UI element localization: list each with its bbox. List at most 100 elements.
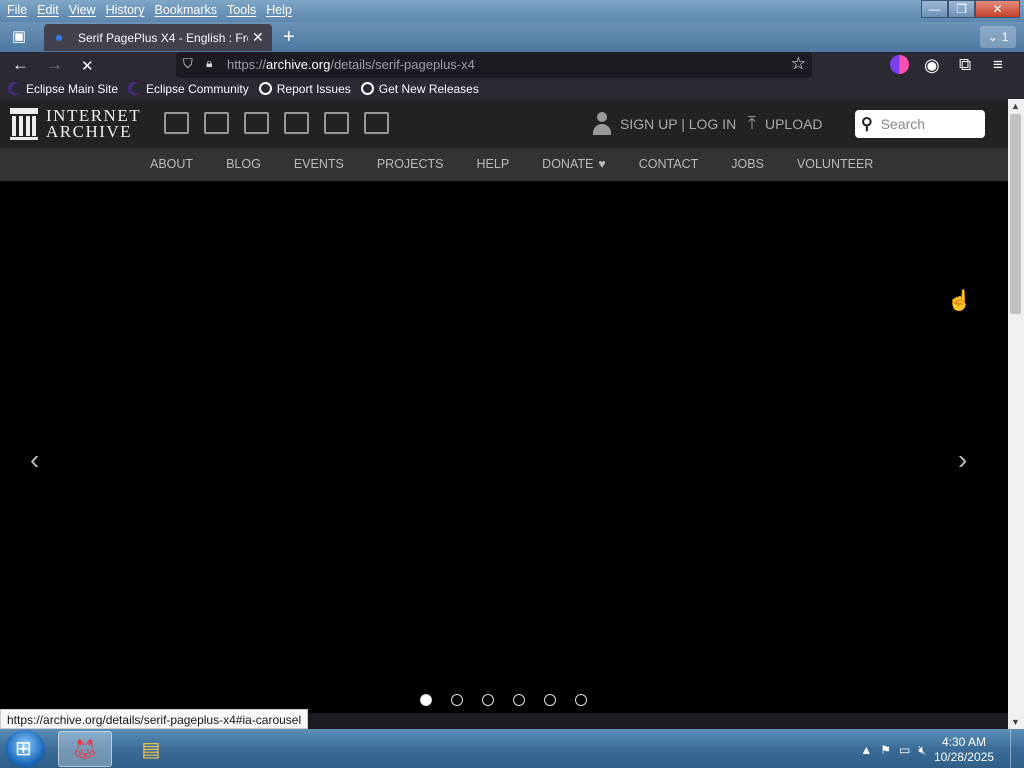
search-box[interactable]: ⚲ <box>855 110 985 138</box>
system-tray: ▲ ⚑ ▭ 🔇︎ 4:30 AM 10/28/2025 <box>860 735 994 765</box>
carousel-dot[interactable] <box>420 694 432 706</box>
menu-view[interactable]: View <box>66 3 99 17</box>
taskbar-firefox-icon[interactable]: 🦊︎ <box>58 731 112 767</box>
ia-header: INTERNET ARCHIVE SIGN UP | LOG IN ⤒ UPLOA… <box>0 99 1008 148</box>
menu-bookmarks[interactable]: Bookmarks <box>151 3 220 17</box>
carousel-dots <box>420 694 587 706</box>
action-center-icon[interactable]: ⚑ <box>880 743 891 757</box>
ia-logo[interactable]: INTERNET ARCHIVE <box>10 106 142 141</box>
vertical-scrollbar[interactable]: ▲ ▼ <box>1008 99 1024 729</box>
tab-loading-icon <box>56 34 62 41</box>
menu-history[interactable]: History <box>103 3 148 17</box>
tab-overview-icon[interactable]: ▣ <box>8 27 30 47</box>
address-bar[interactable]: ⛉ 🔒︎ https://archive.org/details/serif-p… <box>176 52 812 78</box>
bookmark-eclipse-main[interactable]: Eclipse Main Site <box>8 82 118 96</box>
carousel-dot[interactable] <box>482 694 494 706</box>
tray-expand-icon[interactable]: ▲ <box>860 743 872 757</box>
search-input[interactable] <box>880 116 976 132</box>
tab-close-icon[interactable]: ✕ <box>252 29 264 46</box>
archive-building-icon <box>10 108 38 140</box>
tab-list-button[interactable]: ⌄ 1 <box>980 26 1016 48</box>
bookmark-get-new-releases[interactable]: Get New Releases <box>360 82 479 96</box>
software-icon[interactable] <box>324 112 349 134</box>
tab-strip: ▣ Serif PagePlus X4 - English : Free ✕ +… <box>0 22 1024 52</box>
bookmark-eclipse-community[interactable]: Eclipse Community <box>128 82 249 96</box>
upload-icon: ⤒ <box>748 113 756 133</box>
menu-icon[interactable]: ≡ <box>993 55 1003 75</box>
lock-icon[interactable]: 🔒︎ <box>206 56 212 71</box>
bookmark-report-issues[interactable]: Report Issues <box>258 82 351 96</box>
nav-projects[interactable]: PROJECTS <box>377 157 444 171</box>
scroll-thumb[interactable] <box>1010 114 1021 314</box>
nav-donate[interactable]: DONATE ♥ <box>542 157 606 171</box>
menu-tools[interactable]: Tools <box>224 3 259 17</box>
navigation-toolbar: ← → ✕ ⛉ 🔒︎ https://archive.org/details/s… <box>0 52 1024 78</box>
profile-icon[interactable] <box>890 55 909 74</box>
signin-link[interactable]: SIGN UP | LOG IN <box>592 112 736 136</box>
eclipse-icon <box>8 82 21 95</box>
window-controls: — ❐ ✕ <box>921 0 1020 18</box>
taskbar-explorer-icon[interactable]: ▤ <box>124 731 178 767</box>
nav-about[interactable]: ABOUT <box>150 157 193 171</box>
upload-link[interactable]: ⤒ UPLOAD <box>748 113 823 134</box>
video-icon[interactable] <box>244 112 269 134</box>
bookmarks-toolbar: Eclipse Main Site Eclipse Community Repo… <box>0 78 1024 99</box>
carousel-next-icon[interactable]: › <box>958 444 967 476</box>
hand-cursor-icon: ☝ <box>947 290 972 312</box>
tab-count: 1 <box>1001 30 1009 44</box>
eclipse-icon <box>128 82 142 95</box>
shield-icon[interactable]: ⛉ <box>183 56 193 72</box>
forward-icon[interactable]: → <box>46 55 63 75</box>
menu-edit[interactable]: Edit <box>34 3 62 17</box>
taskbar: 🦊︎ ▤ ▲ ⚑ ▭ 🔇︎ 4:30 AM10/28/2025 <box>0 729 1024 768</box>
tab-active[interactable]: Serif PagePlus X4 - English : Free ✕ <box>44 24 272 51</box>
texts-icon[interactable] <box>204 112 229 134</box>
start-button[interactable] <box>5 730 45 768</box>
carousel-dot[interactable] <box>544 694 556 706</box>
nav-contact[interactable]: CONTACT <box>639 157 699 171</box>
scroll-down-icon[interactable]: ▼ <box>1011 717 1020 727</box>
minimize-button[interactable]: — <box>921 0 948 18</box>
scroll-up-icon[interactable]: ▲ <box>1011 101 1020 111</box>
chevron-down-icon: ⌄ <box>987 30 998 44</box>
github-icon <box>258 82 272 95</box>
github-icon <box>360 82 374 95</box>
user-icon <box>592 112 612 136</box>
carousel-dot[interactable] <box>451 694 463 706</box>
star-icon[interactable]: ☆ <box>791 54 806 74</box>
clock[interactable]: 4:30 AM 10/28/2025 <box>934 735 994 765</box>
close-window-button[interactable]: ✕ <box>975 0 1020 18</box>
firefox-account-icon[interactable]: ◉ <box>924 55 940 76</box>
nav-events[interactable]: EVENTS <box>294 157 344 171</box>
media-type-icons <box>164 112 389 134</box>
show-desktop-button[interactable] <box>1010 729 1024 768</box>
carousel-dot[interactable] <box>575 694 587 706</box>
url-text[interactable]: https://archive.org/details/serif-pagepl… <box>227 57 475 72</box>
nav-volunteer[interactable]: VOLUNTEER <box>797 157 873 171</box>
carousel-dot[interactable] <box>513 694 525 706</box>
network-icon[interactable]: ▭ <box>899 743 910 757</box>
ia-logo-text: INTERNET ARCHIVE <box>46 106 142 141</box>
status-url: https://archive.org/details/serif-pagepl… <box>0 709 309 729</box>
web-icon[interactable] <box>164 112 189 134</box>
search-icon[interactable]: ⚲ <box>861 114 873 134</box>
extensions-icon[interactable]: ⧉ <box>959 55 971 75</box>
nav-jobs[interactable]: JOBS <box>731 157 764 171</box>
stop-icon[interactable]: ✕ <box>81 57 94 75</box>
nav-blog[interactable]: BLOG <box>226 157 261 171</box>
ia-nav: ABOUT BLOG EVENTS PROJECTS HELP DONATE ♥ … <box>0 148 1008 181</box>
back-icon[interactable]: ← <box>12 55 29 75</box>
menu-help[interactable]: Help <box>263 3 295 17</box>
images-icon[interactable] <box>364 112 389 134</box>
heart-icon: ♥ <box>598 157 606 171</box>
new-tab-button[interactable]: + <box>283 26 295 49</box>
web-page: INTERNET ARCHIVE SIGN UP | LOG IN ⤒ UPLOA… <box>0 99 1008 713</box>
tab-title: Serif PagePlus X4 - English : Free <box>78 30 248 45</box>
maximize-button[interactable]: ❐ <box>948 0 975 18</box>
menu-file[interactable]: File <box>4 3 30 17</box>
nav-help[interactable]: HELP <box>477 157 510 171</box>
menu-bar: File Edit View History Bookmarks Tools H… <box>4 3 299 17</box>
volume-muted-icon[interactable]: 🔇︎ <box>918 743 926 758</box>
audio-icon[interactable] <box>284 112 309 134</box>
carousel-prev-icon[interactable]: ‹ <box>30 444 39 476</box>
